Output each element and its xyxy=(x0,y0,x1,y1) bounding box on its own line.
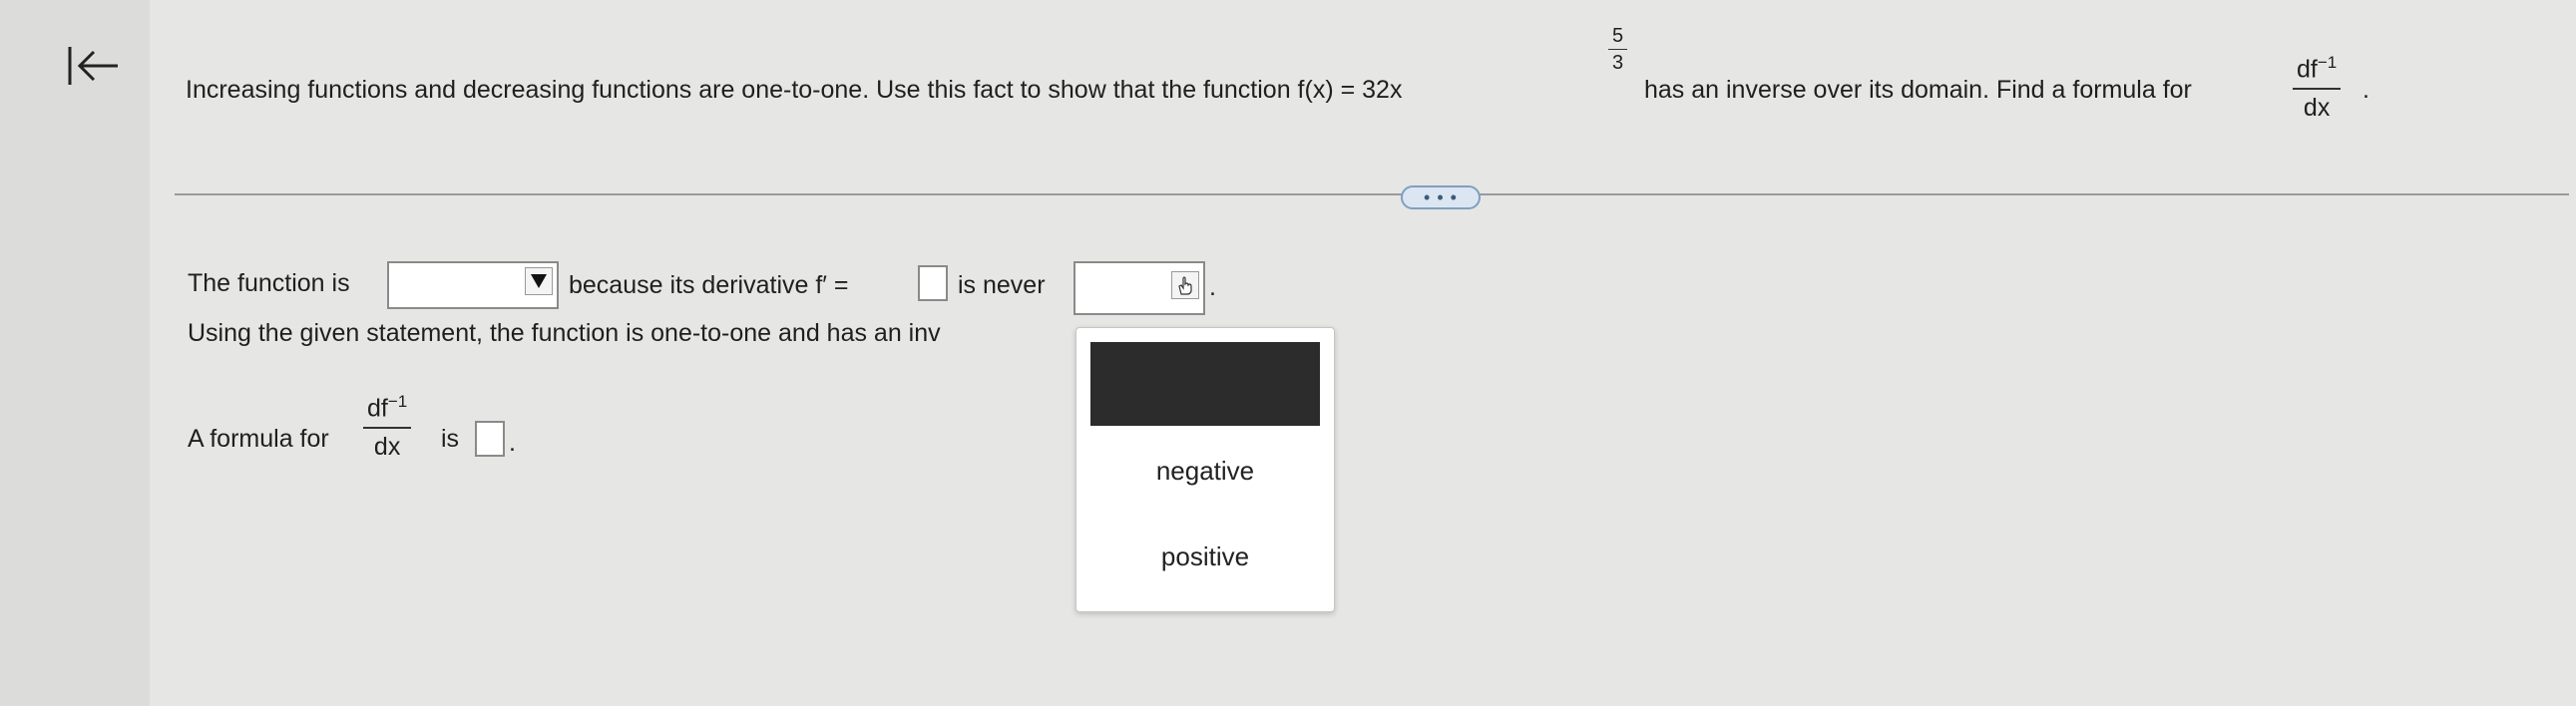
sign-dropdown-menu: negative positive xyxy=(1075,327,1335,612)
collapse-left-icon xyxy=(68,47,118,85)
fraction-numerator: df−1 xyxy=(2293,54,2342,91)
select-arrow[interactable] xyxy=(525,267,553,295)
left-gutter xyxy=(0,0,150,706)
question-prompt: Increasing functions and decreasing func… xyxy=(186,26,2540,152)
hand-pointer-icon xyxy=(1178,276,1192,295)
formula-answer-box[interactable] xyxy=(475,421,505,457)
formula-end: . xyxy=(509,429,516,457)
dropdown-option-empty-highlighted[interactable] xyxy=(1090,342,1320,426)
fraction-denominator: dx xyxy=(2303,94,2331,123)
dropdown-option-negative[interactable]: negative xyxy=(1076,456,1334,487)
inverse-derivative-fraction: df−1 dx xyxy=(2293,54,2342,123)
dropdown-option-positive[interactable]: positive xyxy=(1076,541,1334,572)
increasing-decreasing-select[interactable] xyxy=(387,261,559,309)
answer-line1-label: The function is xyxy=(188,269,350,297)
sign-select[interactable] xyxy=(1073,261,1205,315)
question-end-punctuation: . xyxy=(2362,76,2369,104)
formula-is-label: is xyxy=(441,425,460,453)
exponent-numerator: 5 xyxy=(1608,26,1628,50)
more-button[interactable]: • • • xyxy=(1401,185,1481,209)
formula-fraction: df−1 dx xyxy=(363,393,412,462)
formula-fraction-numerator: df−1 xyxy=(363,393,412,430)
answer-line1-end: . xyxy=(1209,273,1216,301)
question-text-part2: has an inverse over its domain. Find a f… xyxy=(1644,76,2192,104)
formula-fraction-denominator: dx xyxy=(373,433,401,462)
formula-prefix: A formula for xyxy=(188,425,329,453)
exponent-fraction: 5 3 xyxy=(1608,26,1628,74)
derivative-answer-box[interactable] xyxy=(918,265,948,301)
triangle-down-icon xyxy=(531,274,547,288)
answer-line2-statement: Using the given statement, the function … xyxy=(188,319,941,347)
exponent-denominator: 3 xyxy=(1612,52,1624,74)
collapse-panel-button[interactable] xyxy=(58,38,130,94)
question-text-part1: Increasing functions and decreasing func… xyxy=(186,76,1403,104)
section-divider xyxy=(175,193,2569,195)
answer-line1-never-label: is never xyxy=(958,271,1046,299)
answer-line1-derivative-label: because its derivative f′ = xyxy=(569,271,849,299)
sign-select-arrow[interactable] xyxy=(1171,271,1199,299)
